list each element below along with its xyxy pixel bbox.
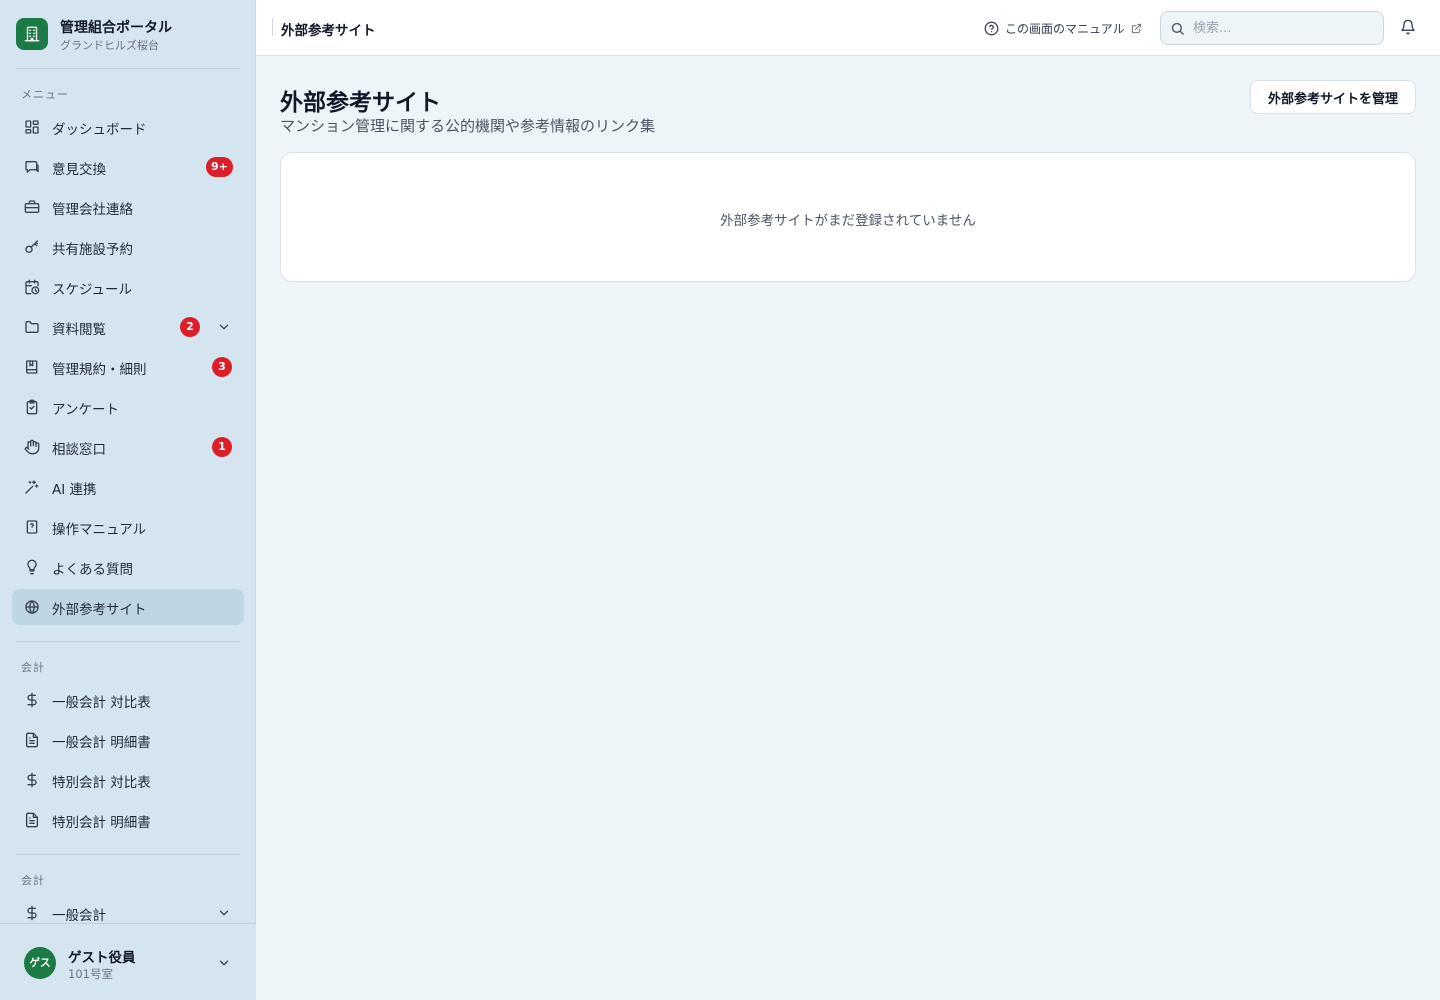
sidebar-item-special-statement[interactable]: 特別会計 明細書 xyxy=(12,802,244,838)
sidebar-item-label: AI 連携 xyxy=(52,482,97,498)
bell-icon[interactable] xyxy=(1400,19,1416,35)
sidebar-item-label: 一般会計 xyxy=(52,908,106,924)
divider xyxy=(16,854,240,855)
sidebar-item-general-comparison[interactable]: 一般会計 対比表 xyxy=(12,682,244,718)
empty-state-card: 外部参考サイトがまだ登録されていません xyxy=(280,152,1416,282)
header-separator xyxy=(272,18,273,36)
sidebar-item-label: スケジュール xyxy=(52,282,133,298)
globe-icon xyxy=(24,599,40,615)
sidebar-item-label: 一般会計 明細書 xyxy=(52,735,151,751)
external-link-icon xyxy=(1131,23,1142,34)
page-title: 外部参考サイト xyxy=(280,90,441,116)
manage-external-sites-button[interactable]: 外部参考サイトを管理 xyxy=(1250,80,1416,114)
sidebar-item-label: 資料閲覧 xyxy=(52,322,106,338)
document-icon xyxy=(24,732,40,748)
header-title: 外部参考サイト xyxy=(281,23,376,39)
divider xyxy=(16,641,240,642)
sidebar-item-label: 管理規約・細則 xyxy=(52,362,147,378)
notification-badge: 2 xyxy=(180,317,200,337)
document-icon xyxy=(24,812,40,828)
top-header: 外部参考サイト この画面のマニュアル xyxy=(256,0,1440,56)
sidebar-item-label: よくある質問 xyxy=(52,562,133,578)
notification-badge: 3 xyxy=(212,357,232,377)
sidebar-item-label: アンケート xyxy=(52,402,119,418)
dollar-icon xyxy=(24,772,40,788)
brand-title: 管理組合ポータル xyxy=(60,20,172,36)
hand-icon xyxy=(24,439,40,455)
chevron-down-icon[interactable] xyxy=(217,906,231,920)
brand-subtitle: グランドヒルズ桜台 xyxy=(60,39,159,52)
avatar: ゲス xyxy=(24,947,56,979)
sidebar-item-label: 意見交換 xyxy=(52,162,106,178)
manual-book-icon xyxy=(24,519,40,535)
building-icon xyxy=(16,18,48,50)
user-name: ゲスト役員 xyxy=(68,950,136,966)
sidebar-item-label: 共有施設予約 xyxy=(52,242,133,258)
sparkle-wand-icon xyxy=(24,479,40,495)
sidebar-item-documents[interactable]: 資料閲覧 2 xyxy=(12,309,244,345)
sidebar-item-special-comparison[interactable]: 特別会計 対比表 xyxy=(12,762,244,798)
accounting-section-label: 会計 xyxy=(21,661,45,674)
sidebar-item-survey[interactable]: アンケート xyxy=(12,389,244,425)
sidebar-item-label: 一般会計 対比表 xyxy=(52,695,151,711)
manual-link-text: この画面のマニュアル xyxy=(1005,21,1125,36)
user-menu[interactable]: ゲス ゲスト役員 101号室 xyxy=(0,923,256,1000)
sidebar-item-discussion[interactable]: 意見交換 9+ xyxy=(12,149,244,185)
dollar-icon xyxy=(24,905,40,921)
sidebar-item-consultation[interactable]: 相談窓口 1 xyxy=(12,429,244,465)
sidebar-item-label: 相談窓口 xyxy=(52,442,106,458)
clipboard-icon xyxy=(24,399,40,415)
sidebar-item-management-company[interactable]: 管理会社連絡 xyxy=(12,189,244,225)
chat-icon xyxy=(24,159,40,175)
dollar-icon xyxy=(24,692,40,708)
sidebar-item-label: 管理会社連絡 xyxy=(52,202,133,218)
notification-badge: 1 xyxy=(212,437,232,457)
divider xyxy=(16,68,240,69)
search-input[interactable] xyxy=(1193,18,1373,38)
key-icon xyxy=(24,239,40,255)
sidebar-item-faq[interactable]: よくある質問 xyxy=(12,549,244,585)
sidebar-item-label: 特別会計 対比表 xyxy=(52,775,151,791)
notification-badge: 9+ xyxy=(206,157,233,177)
sidebar-item-external-sites[interactable]: 外部参考サイト xyxy=(12,589,244,625)
sidebar-item-general-statement[interactable]: 一般会計 明細書 xyxy=(12,722,244,758)
manual-link[interactable]: この画面のマニュアル xyxy=(984,19,1142,37)
sidebar-item-dashboard[interactable]: ダッシュボード xyxy=(12,109,244,145)
accounting-section-label-2: 会計 xyxy=(21,874,45,887)
calendar-clock-icon xyxy=(24,279,40,295)
user-room: 101号室 xyxy=(68,967,113,981)
sidebar: 管理組合ポータル グランドヒルズ桜台 メニュー ダッシュボード 意見交換 9+ … xyxy=(0,0,256,1000)
page-subtitle: マンション管理に関する公的機関や参考情報のリンク集 xyxy=(280,117,656,135)
sidebar-item-bylaws[interactable]: 管理規約・細則 3 xyxy=(12,349,244,385)
search-box[interactable] xyxy=(1160,11,1384,45)
sidebar-item-facility-booking[interactable]: 共有施設予約 xyxy=(12,229,244,265)
lightbulb-icon xyxy=(24,559,40,575)
sidebar-item-ai-integration[interactable]: AI 連携 xyxy=(12,469,244,505)
briefcase-icon xyxy=(24,199,40,215)
sidebar-item-label: ダッシュボード xyxy=(52,122,147,138)
chevron-down-icon[interactable] xyxy=(217,956,231,970)
search-icon xyxy=(1170,21,1185,36)
sidebar-item-label: 外部参考サイト xyxy=(52,602,147,618)
brand[interactable]: 管理組合ポータル グランドヒルズ桜台 xyxy=(16,17,246,53)
book-icon xyxy=(24,359,40,375)
chevron-down-icon[interactable] xyxy=(217,320,231,334)
sidebar-item-label: 特別会計 明細書 xyxy=(52,815,151,831)
sidebar-item-schedule[interactable]: スケジュール xyxy=(12,269,244,305)
help-circle-icon xyxy=(984,21,999,36)
menu-section-label: メニュー xyxy=(21,88,69,101)
sidebar-item-operation-manual[interactable]: 操作マニュアル xyxy=(12,509,244,545)
sidebar-item-label: 操作マニュアル xyxy=(52,522,147,538)
empty-state-message: 外部参考サイトがまだ登録されていません xyxy=(720,213,976,229)
dashboard-icon xyxy=(24,119,40,135)
folder-icon xyxy=(24,319,40,335)
